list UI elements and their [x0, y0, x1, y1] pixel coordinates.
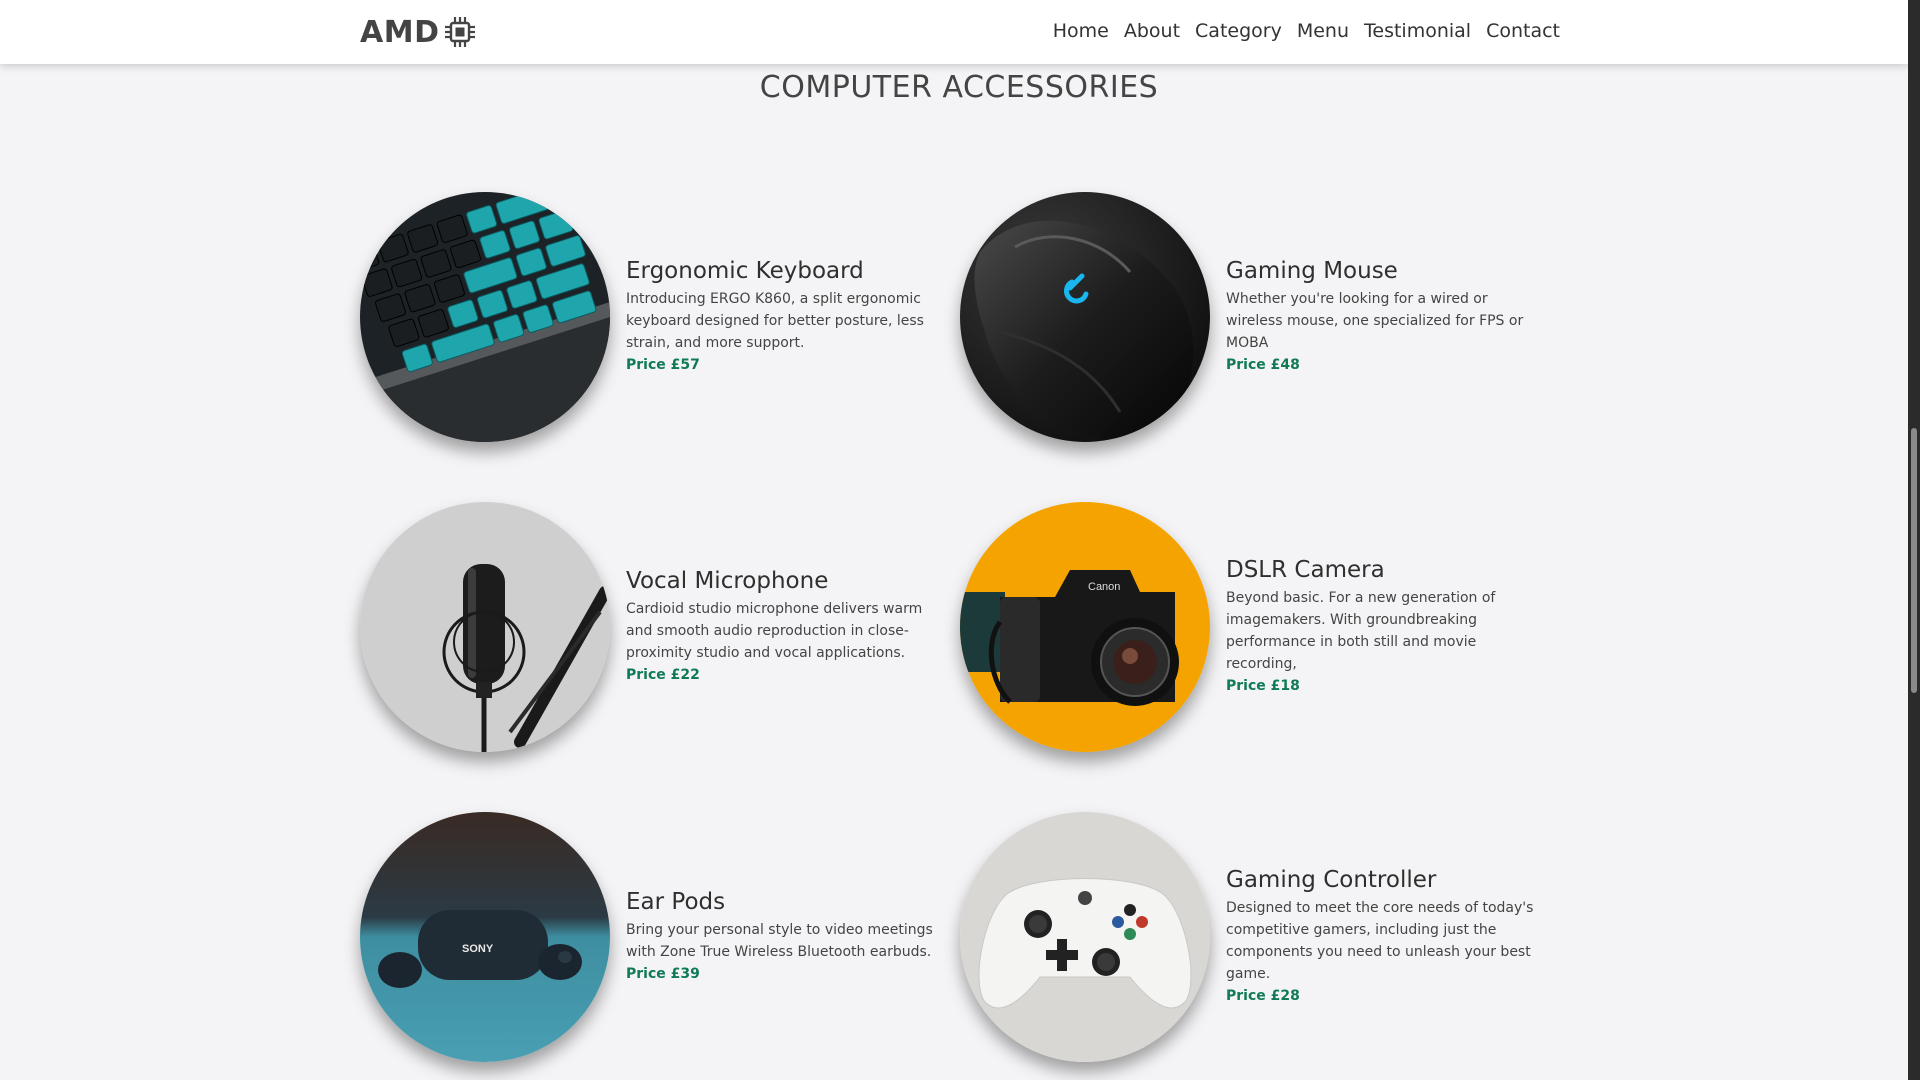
camera-photo: Canon	[960, 502, 1210, 752]
logo-text: AMD	[360, 14, 440, 50]
product-description: Designed to meet the core needs of today…	[1226, 900, 1534, 982]
card-body: Gaming Controller Designed to meet the c…	[1226, 867, 1540, 1007]
product-description: Cardioid studio microphone delivers warm…	[626, 601, 923, 661]
card-body: Ergonomic Keyboard Introducing ERGO K860…	[626, 258, 940, 376]
page: AMD Home About Category Menu Testimonial…	[0, 0, 1908, 1080]
product-card-camera: Canon DSLR Camera Beyond basic. For a ne…	[960, 502, 1540, 752]
product-description: Introducing ERGO K860, a split ergonomic…	[626, 291, 924, 351]
product-price: Price £28	[1226, 988, 1300, 1004]
navbar: AMD Home About Category Menu Testimonial…	[0, 0, 1908, 64]
nav-links: Home About Category Menu Testimonial Con…	[1053, 20, 1560, 42]
mouse-photo	[960, 192, 1210, 442]
section-title: COMPUTER ACCESSORIES	[759, 70, 1159, 105]
product-price: Price £57	[626, 357, 700, 373]
svg-text:SONY: SONY	[462, 943, 494, 955]
product-price: Price £39	[626, 966, 700, 982]
earbuds-photo: SONY	[360, 812, 610, 1062]
product-description: Beyond basic. For a new generation of im…	[1226, 590, 1496, 672]
nav-about[interactable]: About	[1124, 20, 1180, 42]
nav-testimonial[interactable]: Testimonial	[1364, 20, 1471, 42]
controller-photo	[960, 812, 1210, 1062]
product-card-mouse: Gaming Mouse Whether you're looking for …	[960, 192, 1540, 442]
nav-contact[interactable]: Contact	[1486, 20, 1560, 42]
scrollbar-thumb[interactable]	[1911, 428, 1917, 693]
card-body: Vocal Microphone Cardioid studio microph…	[626, 568, 940, 686]
product-title: Gaming Controller	[1226, 867, 1437, 893]
product-price: Price £18	[1226, 678, 1300, 694]
nav-category[interactable]: Category	[1195, 20, 1282, 42]
product-title: Ergonomic Keyboard	[626, 258, 864, 284]
product-card-earpods: SONY Ear Pods Bring your personal style …	[360, 812, 940, 1062]
product-price: Price £22	[626, 667, 700, 683]
product-description: Whether you're looking for a wired or wi…	[1226, 291, 1524, 351]
logo[interactable]: AMD	[360, 14, 476, 50]
card-body: Gaming Mouse Whether you're looking for …	[1226, 258, 1540, 376]
card-body: Ear Pods Bring your personal style to vi…	[626, 889, 940, 985]
microphone-photo	[360, 502, 610, 752]
cpu-chip-icon	[445, 17, 476, 47]
product-title: Vocal Microphone	[626, 568, 829, 594]
product-title: Gaming Mouse	[1226, 258, 1398, 284]
product-title: Ear Pods	[626, 889, 726, 915]
product-title: DSLR Camera	[1226, 557, 1385, 583]
card-body: DSLR Camera Beyond basic. For a new gene…	[1226, 557, 1540, 697]
svg-text:Canon: Canon	[1088, 581, 1120, 593]
product-price: Price £48	[1226, 357, 1300, 373]
nav-menu[interactable]: Menu	[1297, 20, 1349, 42]
vertical-scrollbar[interactable]	[1908, 0, 1920, 1080]
product-description: Bring your personal style to video meeti…	[626, 922, 933, 960]
product-card-controller: Gaming Controller Designed to meet the c…	[960, 812, 1540, 1062]
product-card-keyboard: Ergonomic Keyboard Introducing ERGO K860…	[360, 192, 940, 442]
product-card-microphone: Vocal Microphone Cardioid studio microph…	[360, 502, 940, 752]
keyboard-photo	[360, 192, 610, 442]
nav-home[interactable]: Home	[1053, 20, 1109, 42]
